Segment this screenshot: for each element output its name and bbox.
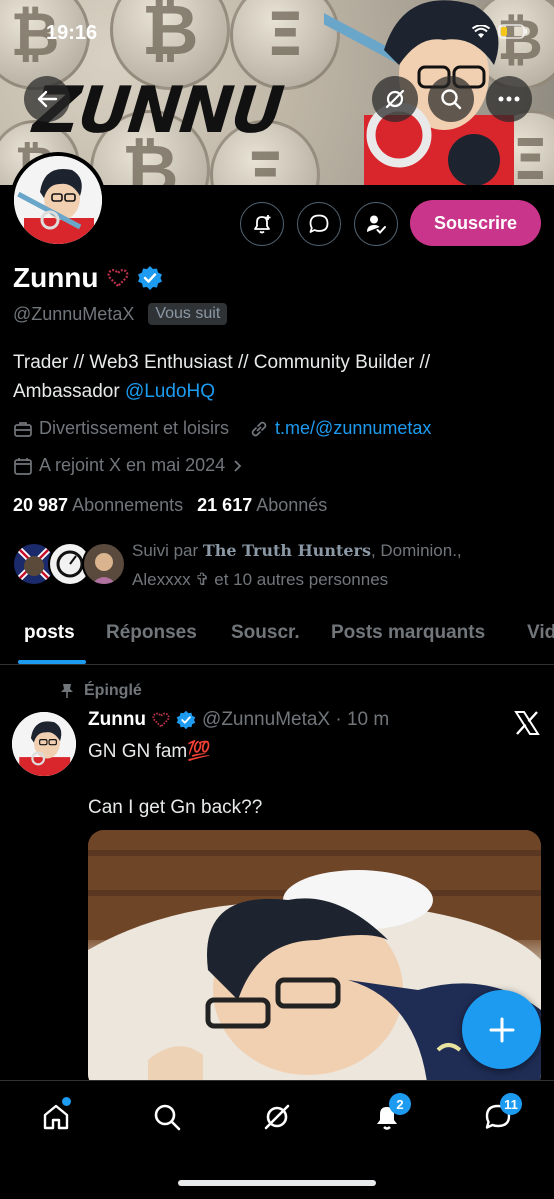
profile-bio: Trader // Web3 Enthusiast // Community B… [13,348,533,406]
following-count: 20 987 [13,495,69,515]
x-logo-icon[interactable] [514,710,540,736]
heart-ribbon-icon [107,269,129,288]
status-time: 19:16 [46,22,98,44]
active-tab-indicator [18,660,86,664]
notifications-badge: 2 [389,1093,411,1115]
subscribe-button[interactable]: Souscrire [410,200,541,246]
tab-highlights[interactable]: Posts marquants [331,622,485,644]
post-text-line-2: Can I get Gn back?? [88,797,263,818]
home-icon [43,1104,69,1130]
nav-messages[interactable]: 11 [478,1093,522,1137]
followed-name-1: The Truth Hunters [202,541,371,560]
calendar-icon [14,457,32,475]
post-meta: @ZunnuMetaX · 10 m [202,709,390,730]
messages-badge: 11 [500,1093,522,1115]
following-label: Abonnements [72,495,184,515]
tab-replies[interactable]: Réponses [106,622,197,644]
notify-toggle-button[interactable] [240,202,284,246]
status-bar: 19:16 [0,20,554,50]
follow-counts: 20 987 Abonnements 21 617 Abonnés [13,495,327,516]
follower-avatar [82,542,126,586]
nav-grok[interactable] [257,1097,297,1137]
profile-banner[interactable]: ₿ ₿ Ξ ₿ ₿ ₿ Ξ Ξ ZUNNU 19:16 [0,0,554,185]
post-author-name[interactable]: Zunnu [88,709,146,731]
home-indicator [178,1180,376,1186]
profile-handle: @ZunnuMetaX [13,303,135,324]
heart-ribbon-icon [152,712,170,728]
pinned-label-row: Épinglé [60,682,142,700]
followers-count: 21 617 [197,495,253,515]
wifi-icon [472,24,490,38]
more-options-button[interactable] [486,76,532,122]
bell-plus-icon [254,215,271,234]
profile-avatar[interactable] [10,152,106,248]
followers-preview-avatars[interactable] [12,542,132,590]
search-button[interactable] [428,76,474,122]
profile-name: Zunnu [13,262,99,293]
banner-logo-text: ZUNNU [30,74,286,148]
plus-icon [489,1017,514,1042]
grok-icon [264,1104,290,1130]
search-icon [441,89,462,110]
followers-link[interactable]: 21 617 Abonnés [197,495,327,516]
avatar-illustration [12,712,76,776]
nav-home[interactable] [36,1097,76,1137]
arrow-left-icon [37,90,58,108]
post-author-avatar[interactable] [12,712,76,776]
briefcase-icon [14,421,32,437]
link-icon [251,421,267,436]
followers-label: Abonnés [256,495,328,515]
profile-name-row: Zunnu [13,262,163,294]
bio-mention-link[interactable]: @LudoHQ [125,381,215,402]
grok-button[interactable] [372,76,418,122]
battery-icon [498,24,527,39]
verified-badge-icon[interactable] [137,265,163,291]
bio-text: Trader // Web3 Enthusiast // Community B… [13,352,431,402]
nav-notifications[interactable]: 2 [367,1093,411,1137]
compose-post-button[interactable] [462,990,541,1069]
joined-date: A rejoint X en mai 2024 [39,455,226,475]
tab-posts[interactable]: posts [24,622,75,644]
profile-website-link[interactable]: t.me/@zunnumetax [275,418,431,439]
profile-category: Divertissement et loisirs [39,418,230,438]
followed-prefix: Suivi par [132,541,203,560]
profile-meta-row: Divertissement et loisirs t.me/@zunnumet… [13,418,431,439]
pin-icon [61,684,73,698]
avatar-illustration [14,156,102,244]
profile-handle-row: @ZunnuMetaX Vous suit [13,303,228,325]
post-header: Zunnu @ZunnuMetaX · 10 m [88,709,389,731]
message-button[interactable] [297,202,341,246]
following-button[interactable] [354,202,398,246]
back-button[interactable] [24,76,70,122]
search-icon [154,1104,181,1131]
post-text-line-1: GN GN fam💯 [88,741,211,762]
joined-row[interactable]: A rejoint X en mai 2024 [13,455,245,476]
chevron-right-icon [234,459,242,472]
tab-subscriptions[interactable]: Souscr. [231,622,300,644]
user-check-icon [367,215,386,234]
followed-by-text[interactable]: Suivi par The Truth Hunters, Dominion., … [132,536,512,594]
more-dots-icon [498,96,520,102]
following-link[interactable]: 20 987 Abonnements [13,495,183,516]
chat-bubble-icon [309,214,329,233]
follows-you-badge: Vous suit [148,303,228,325]
grok-icon [385,89,405,109]
post-text: GN GN fam💯 Can I get Gn back?? [88,738,262,822]
nav-search[interactable] [147,1097,187,1137]
tab-videos[interactable]: Vid [527,622,554,644]
home-unread-dot [62,1097,71,1106]
verified-badge-icon [176,710,196,730]
profile-tabs: posts Réponses Souscr. Posts marquants V… [0,605,554,665]
pinned-label: Épinglé [84,682,142,699]
